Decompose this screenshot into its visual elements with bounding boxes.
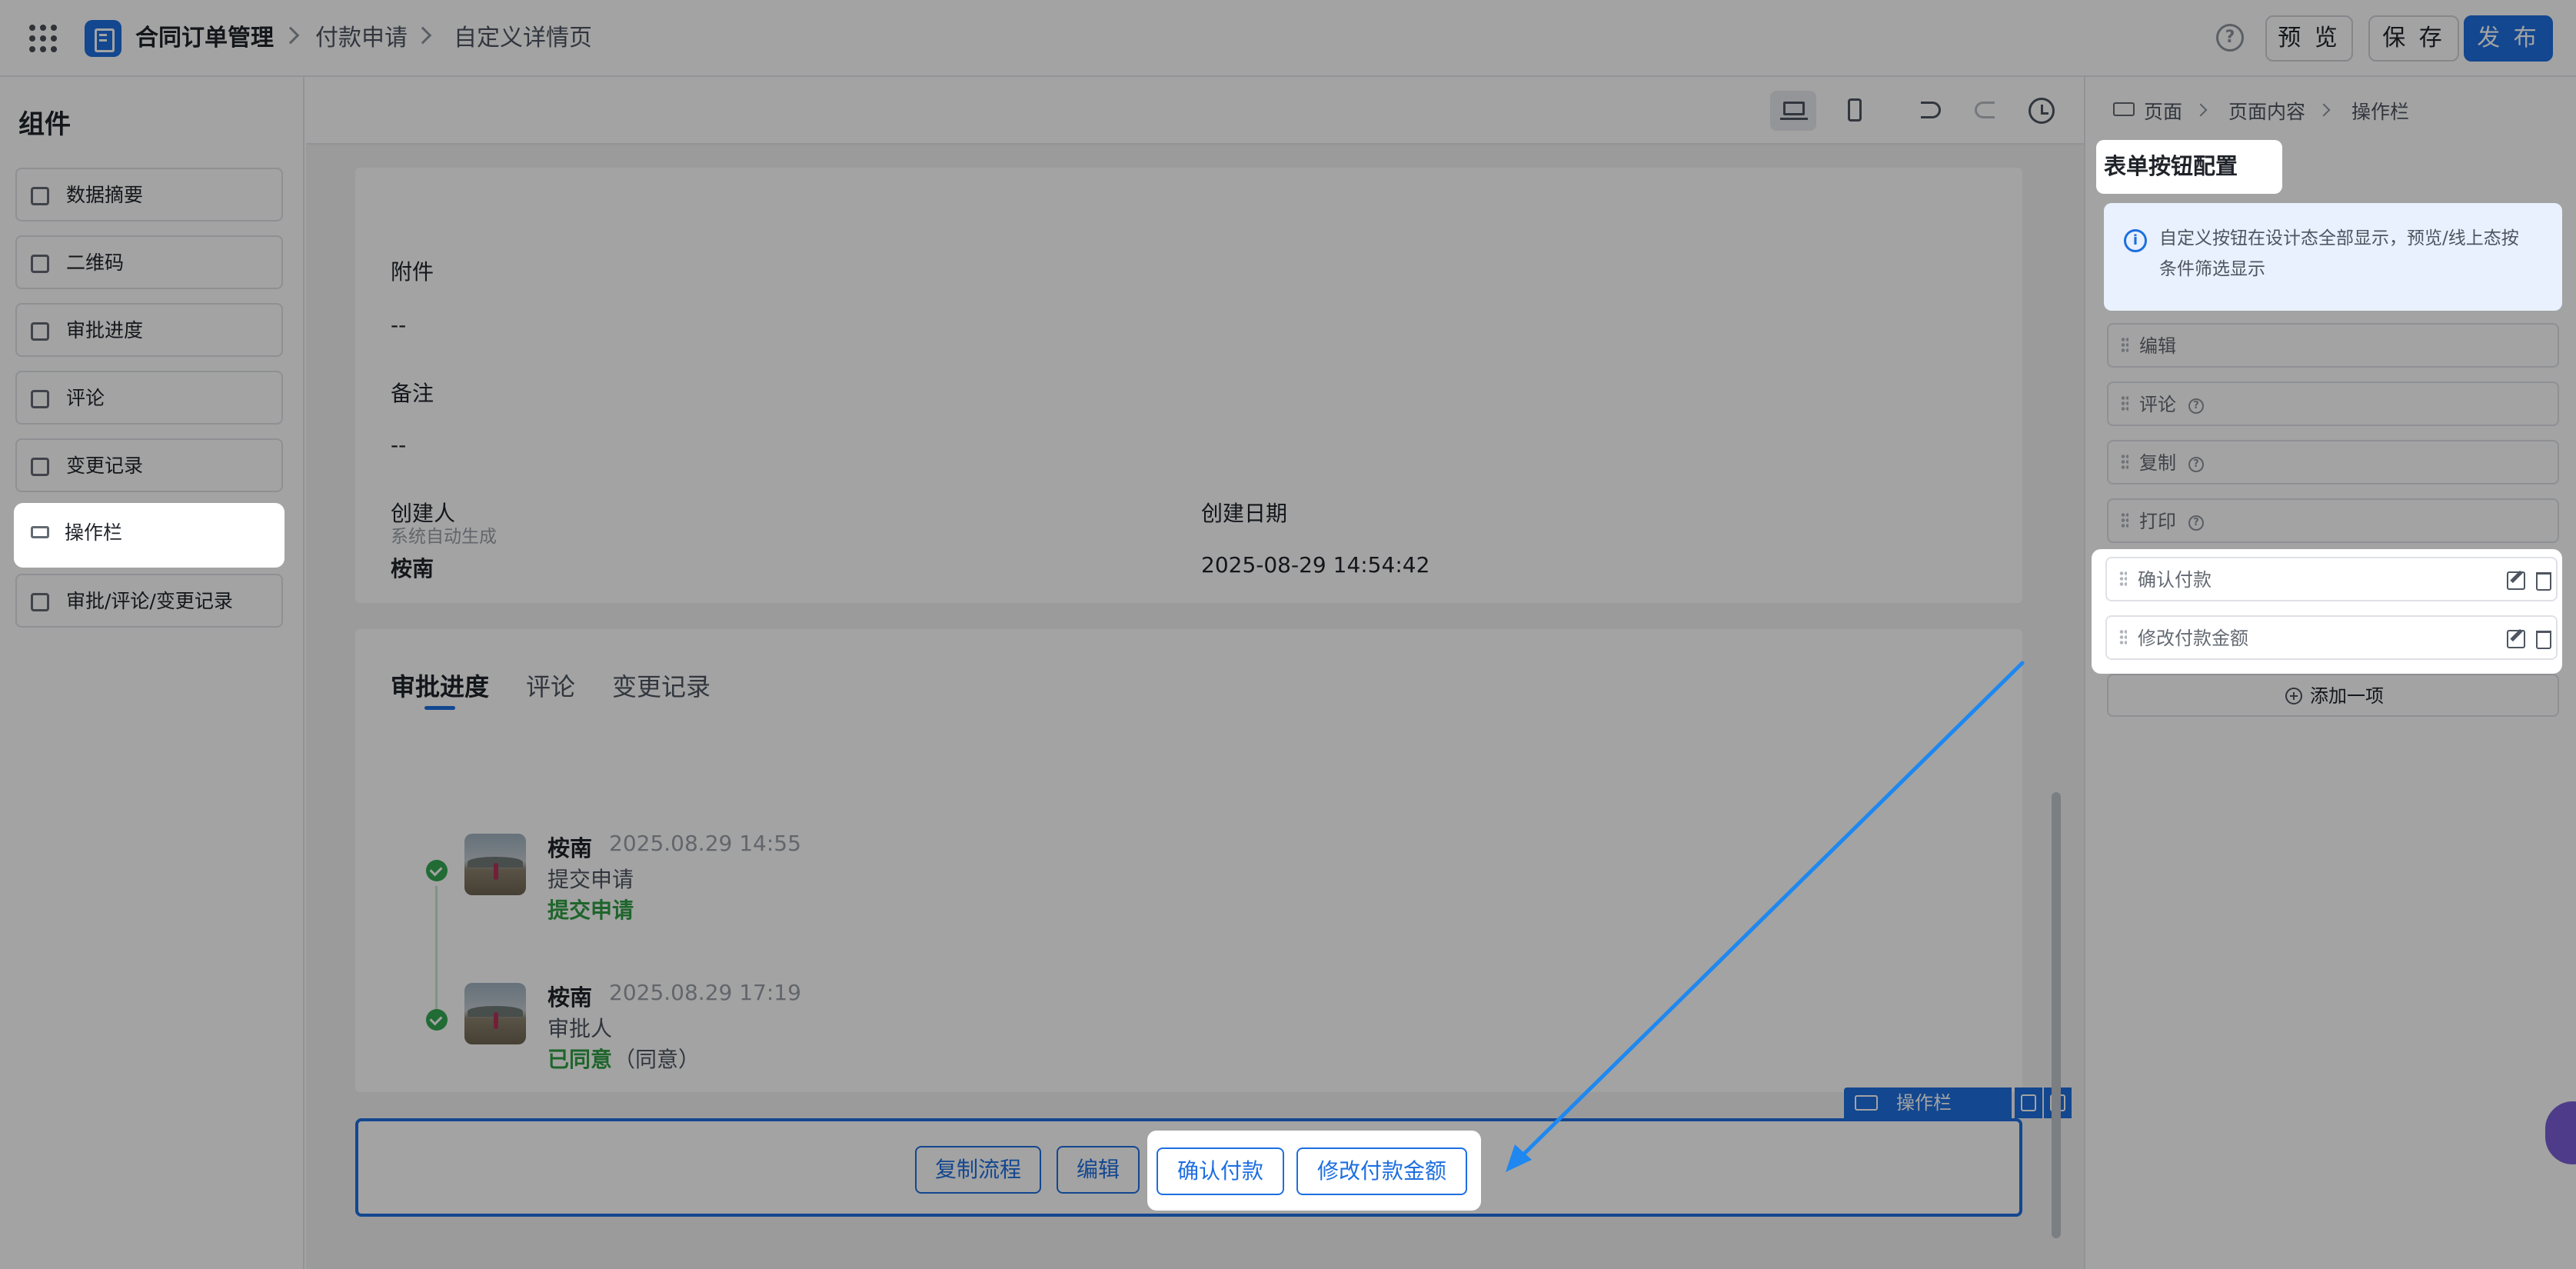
annotation-arrow (1506, 661, 2025, 1172)
